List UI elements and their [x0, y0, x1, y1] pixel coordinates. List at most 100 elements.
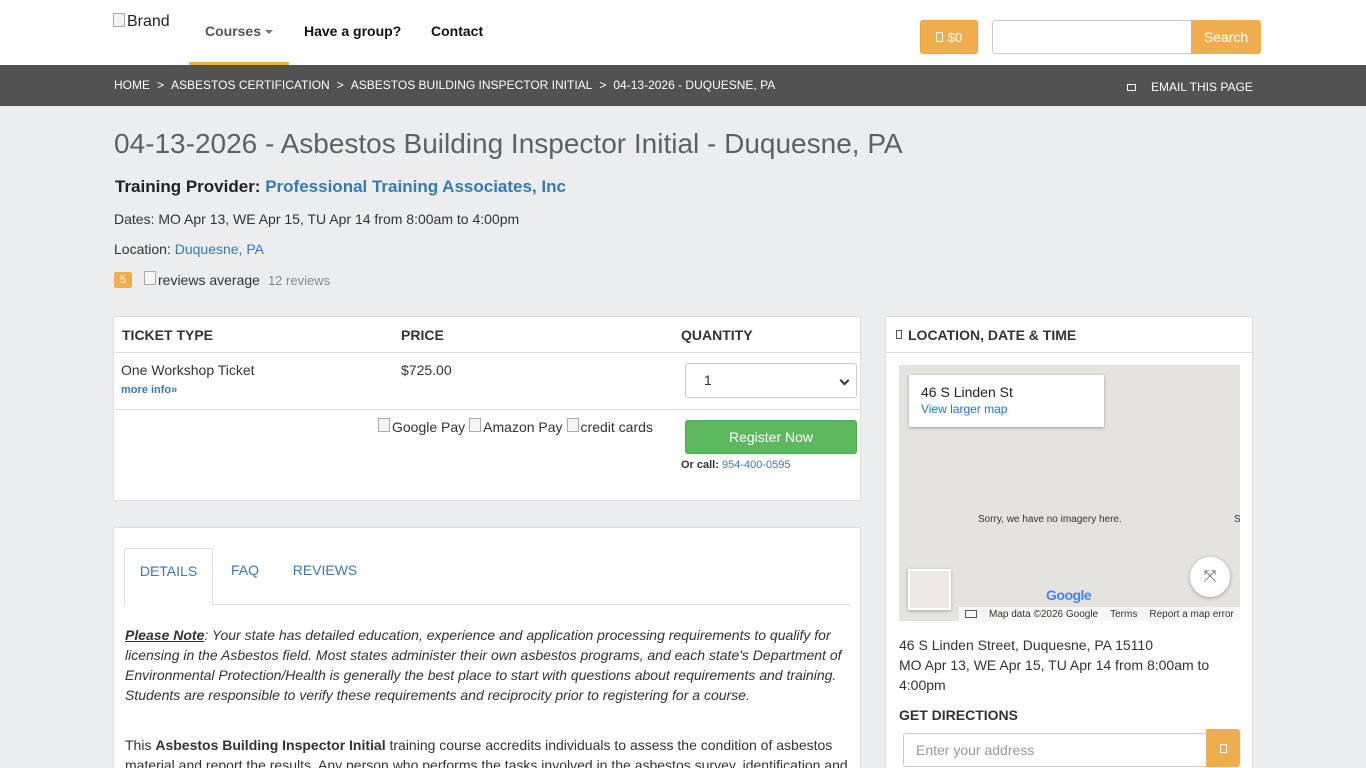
header-quantity: QUANTITY	[681, 327, 753, 343]
provider-label: Training Provider:	[115, 177, 261, 196]
nav-have-group[interactable]: Have a group?	[304, 23, 401, 39]
quantity-select[interactable]: 1	[685, 363, 857, 398]
broken-image-icon	[144, 271, 156, 285]
provider-link[interactable]: Professional Training Associates, Inc	[265, 177, 566, 196]
desc-course-name: Asbestos Building Inspector Initial	[155, 737, 386, 753]
register-now-button[interactable]: Register Now	[685, 420, 857, 454]
brand-alt-text: Brand	[127, 13, 170, 30]
breadcrumb-current: 04-13-2026 - DUQUESNE, PA	[613, 78, 776, 92]
credit-cards-image: credit cards	[566, 418, 653, 435]
venue-address: 46 S Linden Street, Duquesne, PA 15110	[899, 637, 1154, 653]
sidebar-heading-text: LOCATION, DATE & TIME	[908, 327, 1077, 343]
credit-cards-alt: credit cards	[580, 419, 653, 435]
breadcrumb-separator: >	[336, 78, 344, 92]
email-this-page-link[interactable]: EMAIL THIS PAGE	[1127, 80, 1253, 94]
google-pay-image: Google Pay	[378, 418, 466, 435]
amazon-pay-image: Amazon Pay	[469, 418, 563, 435]
course-location: Location: Duquesne, PA	[114, 241, 264, 257]
cart-amount: $0	[947, 29, 963, 45]
broken-image-icon	[469, 418, 482, 432]
header-price: PRICE	[401, 327, 444, 343]
breadcrumb: HOME > ASBESTOS CERTIFICATION > ASBESTOS…	[114, 78, 775, 92]
sidebar-heading: LOCATION, DATE & TIME	[886, 317, 1252, 353]
reviews-average-image: reviews average	[144, 271, 260, 288]
map-report-link[interactable]: Report a map error	[1149, 609, 1233, 620]
course-dates: Dates: MO Apr 13, WE Apr 15, TU Apr 14 f…	[114, 211, 520, 227]
broken-image-icon	[566, 418, 579, 432]
ticket-name: One Workshop Ticket	[121, 362, 255, 378]
google-logo-text: Google	[1046, 587, 1092, 603]
details-tabs: DETAILS FAQ REVIEWS	[124, 548, 850, 606]
ticket-table-header: TICKET TYPE PRICE QUANTITY	[114, 317, 860, 353]
venue-details: 46 S Linden Street, Duquesne, PA 15110 M…	[899, 635, 1239, 695]
map-data-credit: Map data ©2026 Google	[989, 608, 1099, 620]
training-provider: Training Provider: Professional Training…	[115, 177, 566, 197]
map-footer: Map data ©2026 Google Terms Report a map…	[959, 607, 1240, 621]
map-no-imagery-fragment: S	[1234, 514, 1240, 525]
venue-schedule: MO Apr 13, WE Apr 15, TU Apr 14 from 8:0…	[899, 657, 1210, 693]
broken-image-icon	[378, 418, 390, 432]
please-note-text: : Your state has detailed education, exp…	[125, 627, 842, 703]
search-button[interactable]: Search	[1191, 20, 1261, 54]
get-directions-heading: GET DIRECTIONS	[899, 707, 1019, 723]
envelope-icon	[1127, 83, 1136, 91]
top-navbar: Brand Courses Have a group? Contact $0 S…	[0, 0, 1366, 65]
google-logo: Google	[1046, 587, 1092, 603]
map-pin-icon	[896, 330, 902, 339]
breadcrumb-bar: HOME > ASBESTOS CERTIFICATION > ASBESTOS…	[0, 65, 1366, 106]
amazon-pay-alt: Amazon Pay	[483, 419, 563, 435]
rating-badge: 5	[114, 272, 132, 288]
course-description: This Asbestos Building Inspector Initial…	[125, 735, 849, 768]
caret-down-icon	[265, 30, 274, 35]
search-input[interactable]	[992, 20, 1192, 54]
tab-faq[interactable]: FAQ	[221, 548, 269, 605]
directions-icon	[1219, 743, 1227, 753]
map-address: 46 S Linden St	[921, 384, 1013, 400]
header-ticket-type: TICKET TYPE	[122, 327, 214, 343]
location-sidebar: LOCATION, DATE & TIME 46 S Linden St Vie…	[885, 316, 1253, 768]
reviews-count[interactable]: 12 reviews	[268, 273, 330, 288]
please-note: Please Note: Your state has detailed edu…	[125, 625, 849, 705]
chevron-down-icon	[839, 375, 850, 386]
nav-courses-dropdown[interactable]: Courses	[189, 0, 289, 65]
ticket-price: $725.00	[401, 362, 452, 378]
cart-icon	[935, 32, 943, 42]
details-panel: DETAILS FAQ REVIEWS Please Note: Your st…	[113, 527, 861, 768]
or-call-label: Or call:	[681, 459, 719, 471]
get-directions-button[interactable]	[1206, 729, 1240, 767]
nav-courses-label: Courses	[204, 23, 262, 39]
map-no-imagery: Sorry, we have no imagery here.	[978, 514, 1122, 525]
map-info-card: 46 S Linden St View larger map	[909, 375, 1104, 427]
map-terms-link[interactable]: Terms	[1110, 609, 1137, 620]
breadcrumb-course[interactable]: ASBESTOS BUILDING INSPECTOR INITIAL	[351, 78, 593, 92]
please-note-label: Please Note	[125, 627, 205, 643]
view-larger-map-link[interactable]: View larger map	[921, 402, 1092, 416]
more-info-link[interactable]: more info»	[121, 384, 177, 396]
google-pay-alt: Google Pay	[392, 419, 466, 435]
keyboard-icon[interactable]	[965, 610, 977, 618]
payment-methods: Google Pay Amazon Pay credit cards	[378, 418, 653, 435]
table-row: One Workshop Ticket more info» $725.00 1	[114, 353, 860, 410]
broken-image-icon	[113, 13, 125, 27]
breadcrumb-separator: >	[599, 78, 607, 92]
breadcrumb-home[interactable]: HOME	[114, 78, 150, 92]
location-label: Location:	[114, 241, 171, 257]
breadcrumb-asbestos-certification[interactable]: ASBESTOS CERTIFICATION	[171, 78, 330, 92]
map-type-toggle[interactable]	[908, 569, 951, 610]
or-call: Or call: 954-400-0595	[681, 459, 790, 471]
nav-contact[interactable]: Contact	[431, 23, 483, 39]
ticket-panel: TICKET TYPE PRICE QUANTITY One Workshop …	[113, 316, 861, 501]
rating-row: 5 reviews average 12 reviews	[114, 271, 330, 288]
cart-button[interactable]: $0	[920, 20, 978, 54]
page-title: 04-13-2026 - Asbestos Building Inspector…	[114, 128, 903, 159]
tab-reviews[interactable]: REVIEWS	[284, 548, 366, 605]
phone-link[interactable]: 954-400-0595	[722, 459, 791, 471]
tab-details[interactable]: DETAILS	[124, 548, 213, 606]
brand-logo[interactable]: Brand	[113, 13, 170, 31]
quantity-value: 1	[704, 372, 712, 388]
map-fullscreen-icon[interactable]: ⤧	[1190, 557, 1230, 597]
directions-address-input[interactable]: Enter your address	[903, 733, 1208, 767]
email-this-page-label: EMAIL THIS PAGE	[1151, 80, 1253, 94]
google-map[interactable]: 46 S Linden St View larger map Sorry, we…	[899, 365, 1240, 621]
location-link[interactable]: Duquesne, PA	[175, 241, 264, 257]
